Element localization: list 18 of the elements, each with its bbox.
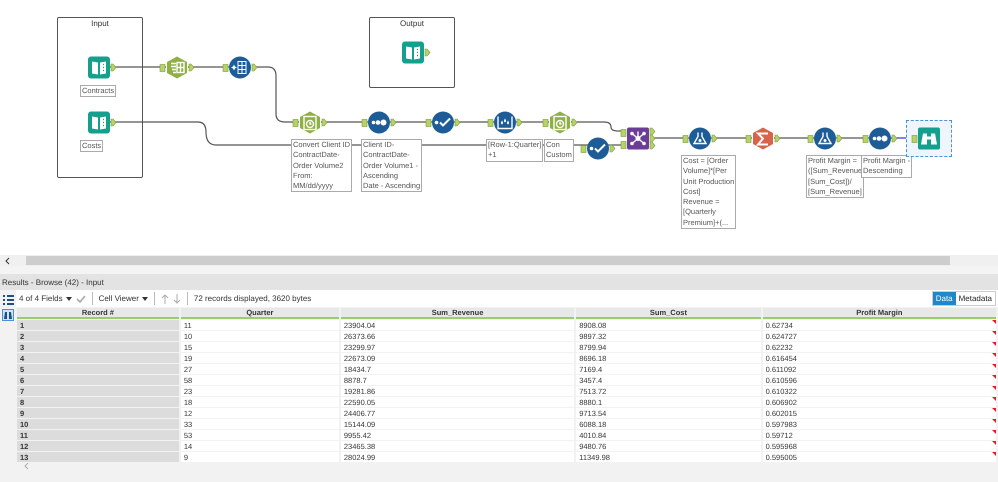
connector-line xyxy=(836,137,869,139)
viewer-dropdown[interactable]: Cell Viewer xyxy=(98,294,148,303)
connector-line xyxy=(188,66,229,68)
container-title: Input xyxy=(91,19,109,29)
fields-dropdown[interactable]: 4 of 4 Fields xyxy=(19,294,72,303)
results-title: Results - Browse (42) - Input xyxy=(2,278,104,286)
connector-line xyxy=(774,137,814,139)
container-title: Output xyxy=(400,19,424,29)
records-info: 72 records displayed, 3620 bytes xyxy=(194,294,312,303)
view-tab[interactable]: Data xyxy=(932,292,956,305)
caret-icon[interactable] xyxy=(142,296,148,300)
binoculars-icon[interactable] xyxy=(2,309,14,321)
list-icon[interactable] xyxy=(2,295,14,305)
check-icon[interactable] xyxy=(76,294,86,302)
connector-line xyxy=(711,137,752,139)
binoculars-icon[interactable] xyxy=(906,120,952,157)
scroll-left-icon[interactable] xyxy=(4,256,12,264)
caret-icon[interactable] xyxy=(66,296,72,300)
